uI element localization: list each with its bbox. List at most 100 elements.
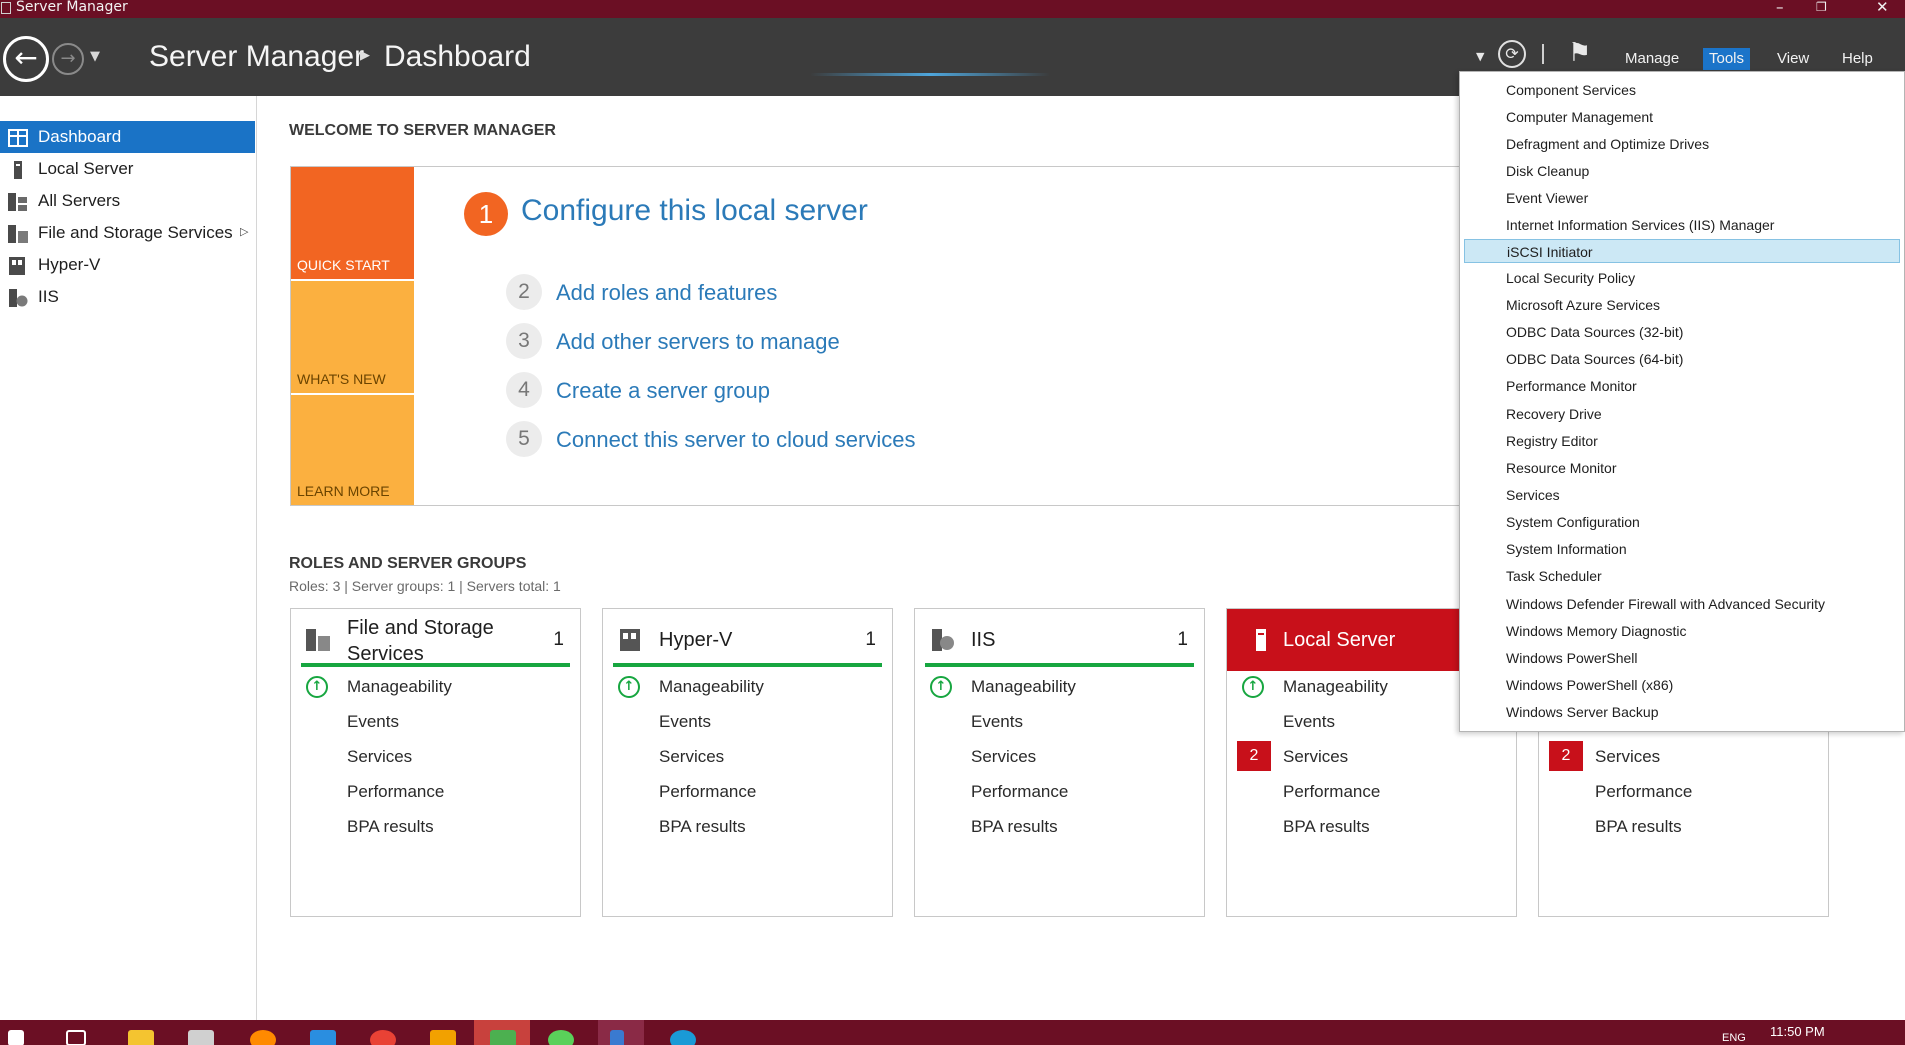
forward-button[interactable]: → bbox=[52, 43, 84, 75]
tile-row-services[interactable]: Services bbox=[1595, 747, 1660, 767]
tile-row-events[interactable]: Events bbox=[659, 712, 711, 732]
sidebar-item-dashboard[interactable]: Dashboard bbox=[0, 121, 255, 153]
tile-row-manageability[interactable]: Manageability bbox=[971, 677, 1076, 697]
tile-row-bpa[interactable]: BPA results bbox=[1595, 817, 1682, 837]
sidebar-item-hyperv[interactable]: Hyper-V bbox=[0, 249, 255, 281]
configure-local-server-link[interactable]: Configure this local server bbox=[521, 194, 868, 228]
menu-tools[interactable]: Tools bbox=[1703, 48, 1751, 70]
tools-item-defender-firewall[interactable]: Windows Defender Firewall with Advanced … bbox=[1464, 592, 1900, 616]
sidebar-item-local-server[interactable]: Local Server bbox=[0, 153, 255, 185]
role-tile-iis[interactable]: IIS 1 ↑ Manageability Events Services Pe… bbox=[914, 608, 1205, 917]
create-server-group-link[interactable]: Create a server group bbox=[556, 378, 770, 404]
tile-header: File and Storage Services 1 bbox=[301, 613, 570, 667]
refresh-icon[interactable]: ⟳ bbox=[1498, 40, 1526, 68]
ok-status-icon: ↑ bbox=[618, 676, 640, 698]
start-icon[interactable] bbox=[8, 1030, 24, 1045]
tile-row-performance[interactable]: Performance bbox=[1283, 782, 1380, 802]
app-icon[interactable] bbox=[490, 1030, 516, 1045]
tools-item-odbc-64[interactable]: ODBC Data Sources (64-bit) bbox=[1464, 347, 1900, 371]
restore-icon[interactable]: ❐ bbox=[1816, 0, 1827, 14]
file-explorer-icon[interactable] bbox=[128, 1030, 154, 1045]
menu-manage[interactable]: Manage bbox=[1619, 48, 1685, 70]
vscode-icon[interactable] bbox=[310, 1030, 336, 1045]
sidebar-item-iis[interactable]: IIS bbox=[0, 281, 255, 313]
tools-item-system-configuration[interactable]: System Configuration bbox=[1464, 510, 1900, 534]
sidebar-item-label: Dashboard bbox=[38, 127, 122, 146]
clock[interactable]: 11:50 PM bbox=[1770, 1024, 1825, 1039]
tools-item-registry-editor[interactable]: Registry Editor bbox=[1464, 429, 1900, 453]
expand-chevron-icon[interactable]: ▷ bbox=[240, 225, 248, 238]
tile-row-manageability[interactable]: Manageability bbox=[1283, 677, 1388, 697]
wechat-icon[interactable] bbox=[548, 1030, 574, 1045]
tools-item-event-viewer[interactable]: Event Viewer bbox=[1464, 186, 1900, 210]
back-button[interactable]: ← bbox=[3, 36, 49, 82]
tools-item-computer-management[interactable]: Computer Management bbox=[1464, 105, 1900, 129]
quick-start-tile[interactable]: QUICK START bbox=[291, 167, 414, 279]
tools-item-services[interactable]: Services bbox=[1464, 483, 1900, 507]
learn-more-tile[interactable]: LEARN MORE bbox=[291, 395, 414, 505]
menu-view[interactable]: View bbox=[1771, 48, 1815, 70]
app-icon[interactable] bbox=[188, 1030, 214, 1045]
tile-row-performance[interactable]: Performance bbox=[971, 782, 1068, 802]
sidebar-item-file-storage[interactable]: File and Storage Services ▷ bbox=[0, 217, 255, 249]
tile-row-bpa[interactable]: BPA results bbox=[347, 817, 434, 837]
tools-item-iis-manager[interactable]: Internet Information Services (IIS) Mana… bbox=[1464, 213, 1900, 237]
history-dropdown-icon[interactable]: ▼ bbox=[90, 49, 100, 64]
tools-item-iscsi-initiator[interactable]: iSCSI Initiator bbox=[1464, 239, 1900, 263]
sidebar-item-label: Hyper-V bbox=[38, 255, 101, 274]
taskbar: ENG 11:50 PM bbox=[0, 1020, 1905, 1045]
flag-icon[interactable]: ⚑ bbox=[1568, 38, 1591, 68]
tools-item-powershell[interactable]: Windows PowerShell bbox=[1464, 646, 1900, 670]
tools-item-azure-services[interactable]: Microsoft Azure Services bbox=[1464, 293, 1900, 317]
add-servers-link[interactable]: Add other servers to manage bbox=[556, 329, 840, 355]
tools-item-disk-cleanup[interactable]: Disk Cleanup bbox=[1464, 159, 1900, 183]
close-icon[interactable]: ✕ bbox=[1876, 0, 1889, 16]
tile-row-manageability[interactable]: Manageability bbox=[659, 677, 764, 697]
tile-row-services[interactable]: Services bbox=[347, 747, 412, 767]
breadcrumb-separator-icon: ▶ bbox=[360, 48, 370, 63]
language-indicator[interactable]: ENG bbox=[1722, 1032, 1746, 1044]
tools-item-memory-diagnostic[interactable]: Windows Memory Diagnostic bbox=[1464, 619, 1900, 643]
app-icon[interactable] bbox=[670, 1030, 696, 1045]
app-icon[interactable] bbox=[430, 1030, 456, 1045]
tile-row-services[interactable]: Services bbox=[971, 747, 1036, 767]
connect-cloud-link[interactable]: Connect this server to cloud services bbox=[556, 427, 916, 453]
tile-row-services[interactable]: Services bbox=[659, 747, 724, 767]
tools-item-component-services[interactable]: Component Services bbox=[1464, 78, 1900, 102]
tile-row-services[interactable]: Services bbox=[1283, 747, 1348, 767]
firefox-icon[interactable] bbox=[250, 1030, 276, 1045]
minimize-icon[interactable]: – bbox=[1776, 0, 1784, 16]
tools-item-resource-monitor[interactable]: Resource Monitor bbox=[1464, 456, 1900, 480]
tools-item-system-information[interactable]: System Information bbox=[1464, 537, 1900, 561]
tile-row-performance[interactable]: Performance bbox=[347, 782, 444, 802]
role-tile-hyperv[interactable]: Hyper-V 1 ↑ Manageability Events Service… bbox=[602, 608, 893, 917]
tools-item-odbc-32[interactable]: ODBC Data Sources (32-bit) bbox=[1464, 320, 1900, 344]
role-tile-file-storage[interactable]: File and Storage Services 1 ↑ Manageabil… bbox=[290, 608, 581, 917]
tile-row-events[interactable]: Events bbox=[1283, 712, 1335, 732]
tools-item-defragment[interactable]: Defragment and Optimize Drives bbox=[1464, 132, 1900, 156]
tile-row-manageability[interactable]: Manageability bbox=[347, 677, 452, 697]
tile-row-bpa[interactable]: BPA results bbox=[659, 817, 746, 837]
tools-item-recovery-drive[interactable]: Recovery Drive bbox=[1464, 402, 1900, 426]
tile-row-events[interactable]: Events bbox=[347, 712, 399, 732]
menu-help[interactable]: Help bbox=[1836, 48, 1879, 70]
tile-row-performance[interactable]: Performance bbox=[1595, 782, 1692, 802]
sidebar-item-all-servers[interactable]: All Servers bbox=[0, 185, 255, 217]
tools-item-task-scheduler[interactable]: Task Scheduler bbox=[1464, 564, 1900, 588]
whats-new-tile[interactable]: WHAT'S NEW bbox=[291, 281, 414, 393]
tools-item-local-security-policy[interactable]: Local Security Policy bbox=[1464, 266, 1900, 290]
tools-item-server-backup[interactable]: Windows Server Backup bbox=[1464, 700, 1900, 724]
tile-row-bpa[interactable]: BPA results bbox=[971, 817, 1058, 837]
tile-row-performance[interactable]: Performance bbox=[659, 782, 756, 802]
tile-row-events[interactable]: Events bbox=[971, 712, 1023, 732]
tools-item-performance-monitor[interactable]: Performance Monitor bbox=[1464, 374, 1900, 398]
add-roles-link[interactable]: Add roles and features bbox=[556, 280, 777, 306]
tile-title: Local Server bbox=[1283, 629, 1396, 651]
notifications-dropdown-icon[interactable]: ▼ bbox=[1476, 50, 1484, 63]
tools-item-powershell-x86[interactable]: Windows PowerShell (x86) bbox=[1464, 673, 1900, 697]
task-view-icon[interactable] bbox=[66, 1030, 86, 1045]
tile-row-bpa[interactable]: BPA results bbox=[1283, 817, 1370, 837]
server-manager-icon[interactable] bbox=[610, 1030, 624, 1045]
welcome-heading: WELCOME TO SERVER MANAGER bbox=[289, 122, 556, 139]
chrome-icon[interactable] bbox=[370, 1030, 396, 1045]
